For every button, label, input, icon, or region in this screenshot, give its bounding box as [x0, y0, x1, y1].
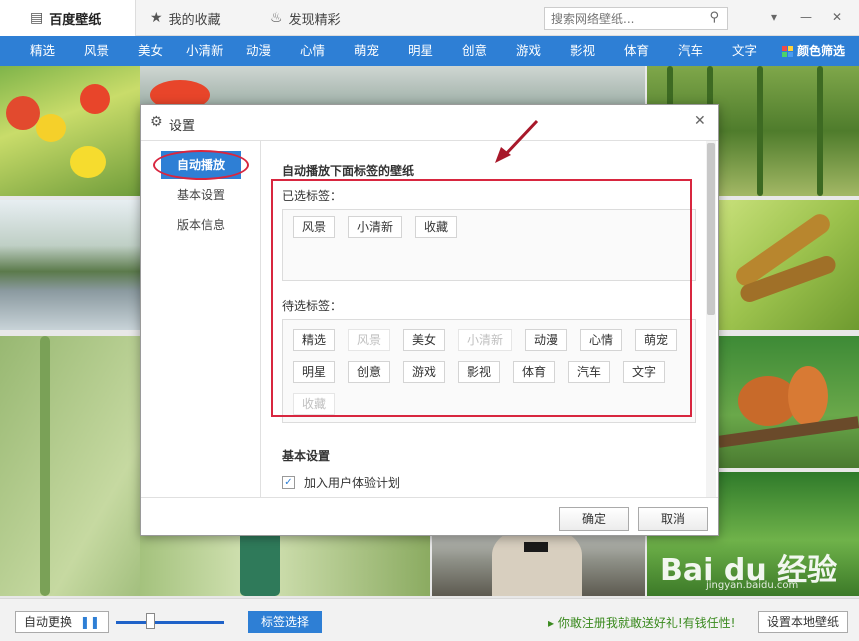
annotation-red-box [271, 179, 692, 417]
wallpaper-icon: ▤ [30, 10, 44, 26]
nav-basic-settings[interactable]: 基本设置 [161, 181, 241, 209]
tag-select-button[interactable]: 标签选择 [248, 611, 323, 633]
promo-text: 你敢注册我就敢送好礼!有钱任性! [557, 616, 736, 630]
dialog-title: 设置 [169, 119, 196, 134]
annotation-arrow-icon [495, 119, 539, 163]
autoplay-section-title: 自动播放下面标签的壁纸 [282, 164, 415, 178]
color-grid-icon [782, 45, 793, 57]
wallpaper-thumbnail-top[interactable] [140, 66, 645, 106]
search-input[interactable] [545, 8, 695, 29]
interval-slider-track[interactable] [116, 621, 224, 624]
category-item[interactable]: 汽车 [678, 36, 703, 66]
nav-version-info[interactable]: 版本信息 [161, 211, 241, 239]
promo-link[interactable]: ▸ 你敢注册我就敢送好礼!有钱任性! [548, 614, 735, 631]
dialog-close-icon[interactable]: ✕ [694, 113, 706, 129]
category-item[interactable]: 创意 [462, 36, 487, 66]
tab-my-favorites[interactable]: ★ 我的收藏 [150, 0, 221, 36]
set-local-wallpaper-button[interactable]: 设置本地壁纸 [758, 611, 849, 633]
bottom-bar: 自动更换 ❚❚ 标签选择 ▸ 你敢注册我就敢送好礼!有钱任性! 设置本地壁纸 [0, 598, 859, 641]
auto-change-label: 自动更换 [24, 615, 73, 629]
category-item[interactable]: 风景 [84, 36, 109, 66]
interval-slider-handle[interactable] [146, 613, 155, 629]
wallpaper-thumbnail-dragonfly[interactable] [718, 200, 859, 330]
tab-baidu-wallpaper[interactable]: ▤ 百度壁纸 [0, 0, 136, 36]
ok-button[interactable]: 确定 [559, 507, 629, 531]
tab-label: 百度壁纸 [49, 12, 102, 28]
basic-settings-title: 基本设置 [282, 449, 331, 463]
flame-icon: ♨ [270, 10, 283, 26]
dialog-footer: 确定 取消 [141, 497, 718, 535]
pause-icon: ❚❚ [79, 615, 100, 629]
minimize-icon[interactable]: — [797, 8, 815, 26]
category-item[interactable]: 心情 [300, 36, 325, 66]
category-item[interactable]: 萌宠 [354, 36, 379, 66]
color-filter-button[interactable]: 颜色筛选 [782, 36, 845, 66]
search-icon[interactable]: ⚲ [709, 10, 719, 25]
user-experience-checkbox[interactable]: ✓ [282, 476, 295, 489]
category-bar: 精选 风景 美女 小清新 动漫 心情 萌宠 明星 创意 游戏 影视 体育 汽车 … [0, 36, 859, 66]
category-item[interactable]: 体育 [624, 36, 649, 66]
category-item[interactable]: 文字 [732, 36, 757, 66]
wallpaper-thumbnail-squirrel[interactable] [718, 336, 859, 468]
watermark-url: jingyan.baidu.com [706, 580, 799, 591]
cancel-button[interactable]: 取消 [638, 507, 708, 531]
wallpaper-thumbnail-flowers[interactable] [0, 66, 140, 196]
category-item[interactable]: 精选 [30, 36, 55, 66]
tab-discover[interactable]: ♨ 发现精彩 [270, 0, 341, 36]
category-item[interactable]: 小清新 [186, 36, 224, 66]
settings-dialog: ⚙ 设置 ✕ 自动播放 基本设置 版本信息 自动播放下面标签的壁纸 已选标签： … [140, 104, 719, 536]
user-experience-label: 加入用户体验计划 [304, 476, 401, 490]
color-filter-label: 颜色筛选 [797, 44, 846, 58]
dialog-scrollbar[interactable] [706, 141, 716, 497]
dropdown-menu-icon[interactable]: ▾ [765, 8, 783, 26]
search-box: ⚲ [544, 7, 728, 30]
tab-label: 发现精彩 [288, 12, 341, 28]
tab-label: 我的收藏 [168, 12, 221, 28]
title-bar: ▤ 百度壁纸 ★ 我的收藏 ♨ 发现精彩 ⚲ ▾ — ✕ [0, 0, 859, 36]
category-item[interactable]: 明星 [408, 36, 433, 66]
auto-change-button[interactable]: 自动更换 ❚❚ [15, 611, 109, 633]
settings-nav: 自动播放 基本设置 版本信息 [141, 141, 261, 497]
annotation-red-oval [153, 150, 249, 180]
dialog-header: ⚙ 设置 ✕ [141, 105, 718, 141]
category-item[interactable]: 影视 [570, 36, 595, 66]
speaker-icon: ▸ [548, 616, 558, 630]
category-item[interactable]: 美女 [138, 36, 163, 66]
star-icon: ★ [150, 10, 163, 26]
wallpaper-thumbnail-lake[interactable] [0, 200, 140, 330]
close-icon[interactable]: ✕ [828, 8, 846, 26]
category-item[interactable]: 动漫 [246, 36, 271, 66]
category-item[interactable]: 游戏 [516, 36, 541, 66]
scrollbar-thumb[interactable] [707, 143, 715, 315]
gear-icon: ⚙ [150, 114, 163, 130]
